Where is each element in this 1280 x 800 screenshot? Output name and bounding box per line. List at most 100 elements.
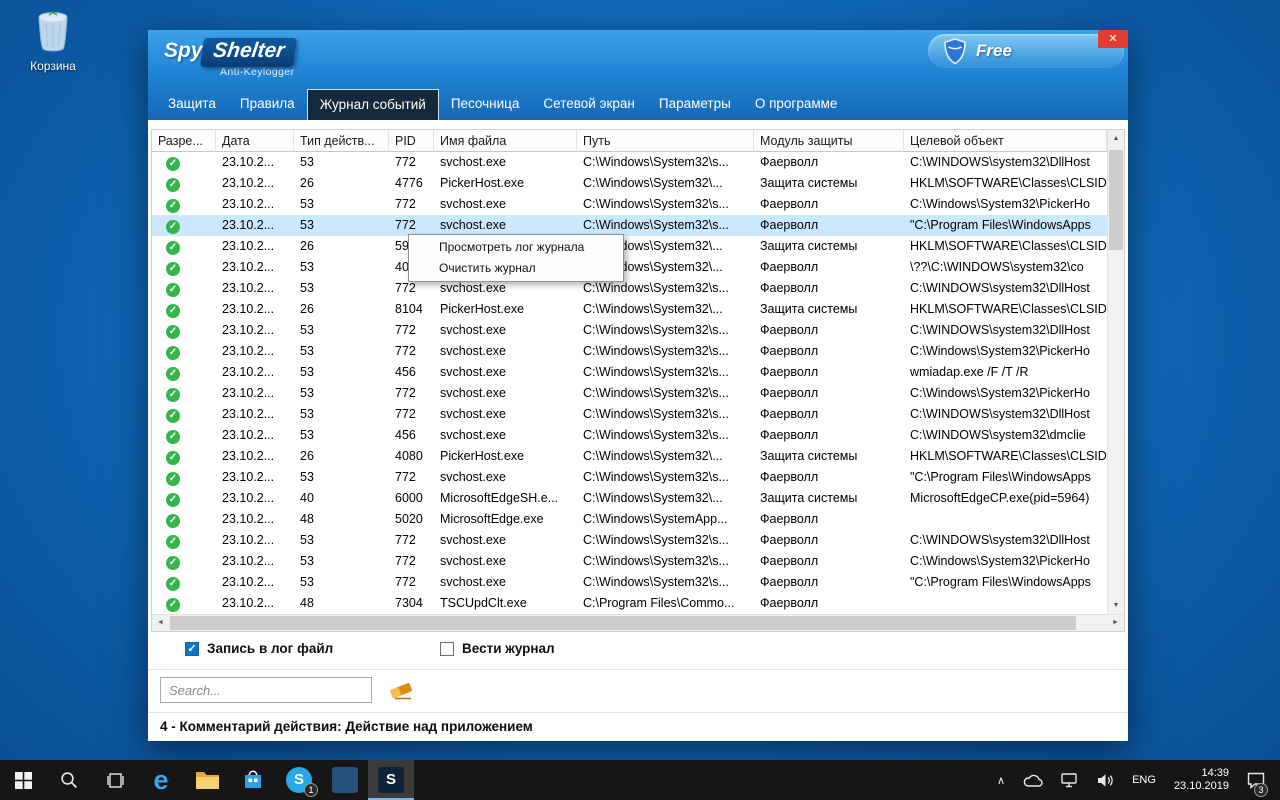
scroll-up-icon[interactable]: ▲ (1108, 130, 1124, 147)
onedrive-tray-button[interactable] (1016, 760, 1050, 800)
close-button[interactable]: ✕ (1098, 30, 1128, 48)
cell: svchost.exe (440, 218, 507, 232)
language-indicator[interactable]: ENG (1125, 760, 1163, 800)
cell-allowed: ✓ (152, 425, 216, 446)
table-row[interactable]: ✓ 23.10.2... 53 772 svchost.exe C:\Windows\Sy… (152, 215, 1107, 236)
cell: Фаерволл (760, 260, 819, 274)
table-row[interactable]: ✓ 23.10.2... 53 456 svchost.exe C:\Windows\Sy… (152, 425, 1107, 446)
tab-item[interactable]: Правила (228, 89, 307, 120)
column-header[interactable]: PID (389, 130, 434, 152)
table-row[interactable]: ✓ 23.10.2... 53 772 svchost.exe C:\Windows\Sy… (152, 404, 1107, 425)
cell: 772 (395, 197, 416, 211)
clock-date: 23.10.2019 (1173, 780, 1229, 792)
table-row[interactable]: ✓ 23.10.2... 53 772 svchost.exe C:\Windows\Sy… (152, 341, 1107, 362)
pinned-app-button[interactable] (322, 760, 368, 800)
vertical-scroll-thumb[interactable] (1109, 150, 1123, 250)
cell: svchost.exe (440, 428, 507, 442)
scroll-left-icon[interactable]: ◄ (152, 615, 169, 631)
table-row[interactable]: ✓ 23.10.2... 53 772 svchost.exe C:\Windows\Sy… (152, 530, 1107, 551)
column-header[interactable]: Путь (577, 130, 754, 152)
titlebar[interactable]: Spy Shelter Anti-Keylogger Free ✕ Защита П… (148, 30, 1128, 120)
cell-allowed: ✓ (152, 530, 216, 551)
scroll-down-icon[interactable]: ▼ (1108, 597, 1124, 614)
allowed-check-icon: ✓ (166, 178, 180, 192)
table-row[interactable]: ✓ 23.10.2... 53 456 svchost.exe C:\Windows\Sy… (152, 362, 1107, 383)
file-explorer-button[interactable] (184, 760, 230, 800)
table-row[interactable]: ✓ 23.10.2... 53 772 svchost.exe C:\Windows\Sy… (152, 278, 1107, 299)
tab-item[interactable]: Песочница (439, 89, 532, 120)
recycle-bin-glyph (38, 11, 68, 52)
column-header[interactable]: Разре... (152, 130, 216, 152)
table-row[interactable]: ✓ 23.10.2... 53 772 svchost.exe C:\Windows\Sy… (152, 572, 1107, 593)
cell-allowed: ✓ (152, 572, 216, 593)
tab-item[interactable]: О программе (743, 89, 850, 120)
table-row[interactable]: ✓ 23.10.2... 26 8104 PickerHost.exe C:\Window… (152, 299, 1107, 320)
cloud-icon (1023, 774, 1043, 787)
table-row[interactable]: ✓ 23.10.2... 53 405 C:\Windows\System32\... Ф… (152, 257, 1107, 278)
column-header[interactable]: Модуль защиты (754, 130, 904, 152)
table-row[interactable]: ✓ 23.10.2... 48 5020 MicrosoftEdge.exe C:\Win… (152, 509, 1107, 530)
task-view-button[interactable] (92, 760, 138, 800)
column-header[interactable]: Тип действ... (294, 130, 389, 152)
keep-journal-checkbox[interactable]: Вести журнал (440, 641, 555, 656)
taskbar-search-button[interactable] (46, 760, 92, 800)
volume-icon (1098, 773, 1113, 787)
table-row[interactable]: ✓ 23.10.2... 26 594 C:\Windows\System32\... З… (152, 236, 1107, 257)
search-icon (61, 772, 78, 789)
tab-active[interactable]: Журнал событий (306, 89, 439, 120)
context-menu-item[interactable]: Очистить журнал (411, 258, 621, 279)
volume-tray-button[interactable] (1090, 760, 1121, 800)
table-row[interactable]: ✓ 23.10.2... 48 7304 TSCUpdClt.exe C:\Program… (152, 593, 1107, 614)
column-header[interactable]: Целевой объект (904, 130, 1107, 152)
cell-allowed: ✓ (152, 173, 216, 194)
cell: HKLM\SOFTWARE\Classes\CLSID (910, 176, 1107, 190)
spyshelter-taskbar-button[interactable]: S (368, 760, 414, 800)
clock[interactable]: 14:39 23.10.2019 (1167, 760, 1236, 800)
action-center-button[interactable]: 3 (1240, 760, 1272, 800)
checkbox-box-icon[interactable] (440, 641, 454, 656)
table-row[interactable]: ✓ 23.10.2... 53 772 svchost.exe C:\Windows\Sy… (152, 152, 1107, 173)
network-tray-button[interactable] (1054, 760, 1086, 800)
table-row[interactable]: ✓ 23.10.2... 53 772 svchost.exe C:\Windows\Sy… (152, 320, 1107, 341)
start-button[interactable] (0, 760, 46, 800)
cell: Фаерволл (760, 218, 819, 232)
allowed-check-icon: ✓ (166, 199, 180, 213)
cell: wmiadap.exe /F /T /R (910, 365, 1029, 379)
column-header[interactable]: Имя файла (434, 130, 577, 152)
checkbox-box-icon[interactable]: ✓ (185, 641, 199, 656)
cell: 48 (300, 512, 314, 526)
cell: HKLM\SOFTWARE\Classes\CLSID (910, 302, 1107, 316)
table-row[interactable]: ✓ 23.10.2... 53 772 svchost.exe C:\Windows\Sy… (152, 383, 1107, 404)
cell: 772 (395, 218, 416, 232)
table-row[interactable]: ✓ 23.10.2... 26 4776 PickerHost.exe C:\Window… (152, 173, 1107, 194)
table-row[interactable]: ✓ 23.10.2... 53 772 svchost.exe C:\Windows\Sy… (152, 467, 1107, 488)
vertical-scrollbar[interactable]: ▲ ▼ (1107, 130, 1124, 614)
cell: HKLM\SOFTWARE\Classes\CLSID (910, 449, 1107, 463)
table-row[interactable]: ✓ 23.10.2... 53 772 svchost.exe C:\Windows\Sy… (152, 551, 1107, 572)
scroll-right-icon[interactable]: ► (1107, 615, 1124, 631)
cell: 23.10.2... (222, 491, 275, 505)
cell: 7304 (395, 596, 423, 610)
search-input[interactable] (160, 677, 372, 703)
table-row[interactable]: ✓ 23.10.2... 26 4080 PickerHost.exe C:\Window… (152, 446, 1107, 467)
context-menu-item[interactable]: Просмотреть лог журнала (411, 237, 621, 258)
store-button[interactable] (230, 760, 276, 800)
cell: MicrosoftEdgeCP.exe(pid=5964) (910, 491, 1090, 505)
column-header[interactable]: Дата (216, 130, 294, 152)
table-row[interactable]: ✓ 23.10.2... 40 6000 MicrosoftEdgeSH.e... C:\… (152, 488, 1107, 509)
cell: 23.10.2... (222, 575, 275, 589)
horizontal-scrollbar[interactable]: ◄ ► (152, 614, 1124, 631)
tab-item[interactable]: Сетевой экран (531, 89, 646, 120)
table-row[interactable]: ✓ 23.10.2... 53 772 svchost.exe C:\Windows\Sy… (152, 194, 1107, 215)
skype-button[interactable]: S 1 (276, 760, 322, 800)
allowed-check-icon: ✓ (166, 388, 180, 402)
tray-expand-button[interactable]: ∧ (990, 760, 1012, 800)
cell-allowed: ✓ (152, 257, 216, 278)
tab-item[interactable]: Защита (156, 89, 228, 120)
log-to-file-checkbox[interactable]: ✓ Запись в лог файл (185, 641, 333, 656)
recycle-bin-icon[interactable]: Корзина (14, 10, 92, 73)
horizontal-scroll-thumb[interactable] (170, 616, 1076, 630)
edge-browser-button[interactable]: e (138, 760, 184, 800)
eraser-clear-button[interactable] (386, 678, 416, 702)
tab-item[interactable]: Параметры (647, 89, 743, 120)
